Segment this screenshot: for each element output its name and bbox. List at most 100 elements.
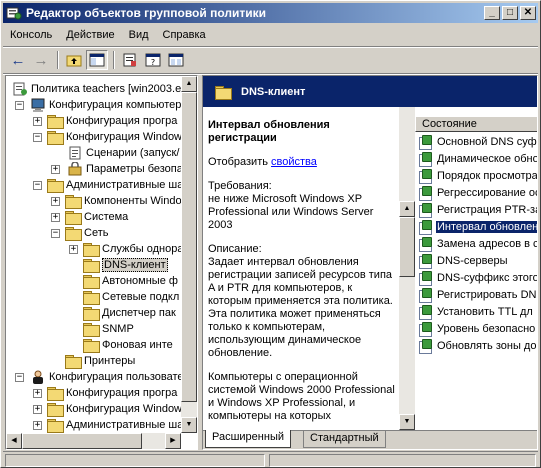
collapse-toggle[interactable]: −	[51, 229, 60, 238]
scroll-thumb[interactable]	[181, 92, 197, 402]
policy-setting-icon	[419, 270, 433, 286]
tree-item-snmp[interactable]: SNMP	[83, 321, 134, 337]
view-tabs: Расширенный Стандартный	[203, 430, 537, 449]
folder-icon	[65, 355, 82, 369]
expand-toggle[interactable]: +	[51, 197, 60, 206]
column-header-state[interactable]: Состояние	[415, 116, 537, 132]
tree-item-network-connections[interactable]: Сетевые подкл	[83, 289, 179, 305]
list-item[interactable]: Замена адресов в с	[419, 235, 537, 252]
list-item[interactable]: Динамическое обно	[419, 150, 537, 167]
tree-item-windows-settings[interactable]: Конфигурация Window	[47, 129, 182, 145]
title-bar[interactable]: Редактор объектов групповой политики _ □…	[3, 3, 538, 23]
scroll-down-icon[interactable]: ▼	[399, 414, 415, 430]
tree-vertical-scrollbar[interactable]: ▲ ▼	[181, 76, 197, 433]
policy-setting-icon	[419, 168, 433, 184]
collapse-toggle[interactable]: −	[33, 181, 42, 190]
list-item[interactable]: DNS-суффикс этого	[419, 269, 537, 286]
help-button[interactable]: ?	[142, 50, 164, 70]
folder-icon	[65, 227, 82, 241]
collapse-toggle[interactable]: −	[15, 373, 24, 382]
close-button[interactable]: ✕	[520, 6, 536, 20]
description-scrollbar[interactable]: ▲ ▼	[399, 107, 415, 430]
folder-icon	[215, 85, 232, 100]
tree-item-admin-templates[interactable]: Административные ша	[47, 177, 182, 193]
list-item-label: Порядок просмотра	[437, 169, 537, 182]
tree-item-label: Службы одноран	[102, 243, 182, 255]
expand-toggle[interactable]: +	[33, 421, 42, 430]
properties-link[interactable]: свойства	[271, 156, 317, 168]
tree-horizontal-scrollbar[interactable]: ◀ ▶	[6, 433, 181, 449]
export-list-button[interactable]	[165, 50, 187, 70]
minimize-button[interactable]: _	[484, 6, 500, 20]
list-item[interactable]: Основной DNS суфф	[419, 133, 537, 150]
menu-help[interactable]: Справка	[156, 27, 213, 43]
policy-setting-icon	[419, 151, 433, 167]
tab-extended[interactable]: Расширенный	[205, 430, 291, 448]
list-item-selected[interactable]: Интервал обновлен	[419, 218, 537, 235]
tree-item-scripts[interactable]: Сценарии (запуск/	[67, 145, 179, 161]
back-button[interactable]: ←	[7, 50, 29, 70]
expand-toggle[interactable]: +	[69, 245, 78, 254]
expand-toggle[interactable]: +	[33, 117, 42, 126]
list-item[interactable]: Регистрировать DN	[419, 286, 537, 303]
tree-item-user-software-settings[interactable]: Конфигурация програ	[47, 385, 177, 401]
scroll-up-icon[interactable]: ▲	[399, 201, 415, 217]
collapse-toggle[interactable]: −	[15, 101, 24, 110]
details-header-title: DNS-клиент	[241, 85, 306, 98]
tree-item-root[interactable]: Политика teachers [win2003.e	[12, 81, 181, 97]
menu-view[interactable]: Вид	[122, 27, 156, 43]
tree-item-network[interactable]: Сеть	[65, 225, 108, 241]
tab-standard[interactable]: Стандартный	[303, 431, 386, 448]
tree-item-background-transfer[interactable]: Фоновая инте	[83, 337, 173, 353]
console-tree: Политика teachers [win2003.e − Конфигура…	[7, 78, 182, 433]
policy-setting-icon	[419, 219, 433, 235]
tree-item-user-admin-templates[interactable]: Административные ша	[47, 417, 182, 433]
list-item[interactable]: Регистрация PTR-за	[419, 201, 537, 218]
show-tree-button[interactable]	[86, 50, 108, 70]
list-item[interactable]: DNS-серверы	[419, 252, 537, 269]
scroll-right-icon[interactable]: ▶	[165, 433, 181, 449]
menu-action[interactable]: Действие	[59, 27, 121, 43]
tree-item-system[interactable]: Система	[65, 209, 128, 225]
up-level-button[interactable]	[63, 50, 85, 70]
list-item[interactable]: Регрессирование ос	[419, 184, 537, 201]
tree-item-qos-scheduler[interactable]: Диспетчер пак	[83, 305, 176, 321]
scroll-left-icon[interactable]: ◀	[6, 433, 22, 449]
scroll-thumb[interactable]	[399, 217, 415, 277]
tree-item-label: Конфигурация програ	[66, 115, 178, 127]
tree-item-windows-components[interactable]: Компоненты Windo	[65, 193, 182, 209]
scroll-down-icon[interactable]: ▼	[181, 417, 197, 433]
status-bar	[3, 451, 538, 467]
scroll-thumb[interactable]	[22, 433, 142, 449]
collapse-toggle[interactable]: −	[33, 133, 42, 142]
folder-icon	[83, 291, 100, 305]
tree-item-security-settings[interactable]: Параметры безопа	[67, 161, 182, 177]
expand-toggle[interactable]: +	[33, 405, 42, 414]
folder-icon	[47, 419, 64, 433]
policy-setting-icon	[419, 202, 433, 218]
properties-button[interactable]	[119, 50, 141, 70]
list-item[interactable]: Установить TTL дл	[419, 303, 537, 320]
description-text-continued: Компьютеры с операционной системой Windo…	[208, 371, 395, 422]
tree-item-user-windows-settings[interactable]: Конфигурация Window	[47, 401, 182, 417]
tree-item-dns-client[interactable]: DNS-клиент	[83, 257, 168, 273]
tree-item-printers[interactable]: Принтеры	[65, 353, 135, 369]
list-item[interactable]: Порядок просмотра	[419, 167, 537, 184]
maximize-button[interactable]: □	[502, 6, 518, 20]
tree-item-offline-files[interactable]: Автономные ф	[83, 273, 178, 289]
menu-bar: Консоль Действие Вид Справка	[3, 25, 538, 45]
tree-item-peer-services[interactable]: Службы одноран	[83, 241, 182, 257]
tree-item-software-settings[interactable]: Конфигурация програ	[47, 113, 177, 129]
tree-item-computer-config[interactable]: Конфигурация компьютера	[30, 97, 182, 113]
tree-item-user-config[interactable]: Конфигурация пользовате	[30, 369, 182, 385]
policy-setting-icon	[419, 321, 433, 337]
menu-console[interactable]: Консоль	[3, 27, 59, 43]
list-item[interactable]: Уровень безопасно	[419, 320, 537, 337]
expand-toggle[interactable]: +	[51, 165, 60, 174]
expand-toggle[interactable]: +	[51, 213, 60, 222]
scroll-up-icon[interactable]: ▲	[181, 76, 197, 92]
expand-toggle[interactable]: +	[33, 389, 42, 398]
forward-button[interactable]: →	[30, 50, 52, 70]
tree-pane[interactable]: Политика teachers [win2003.e − Конфигура…	[5, 75, 198, 450]
list-item[interactable]: Обновлять зоны до	[419, 337, 537, 354]
